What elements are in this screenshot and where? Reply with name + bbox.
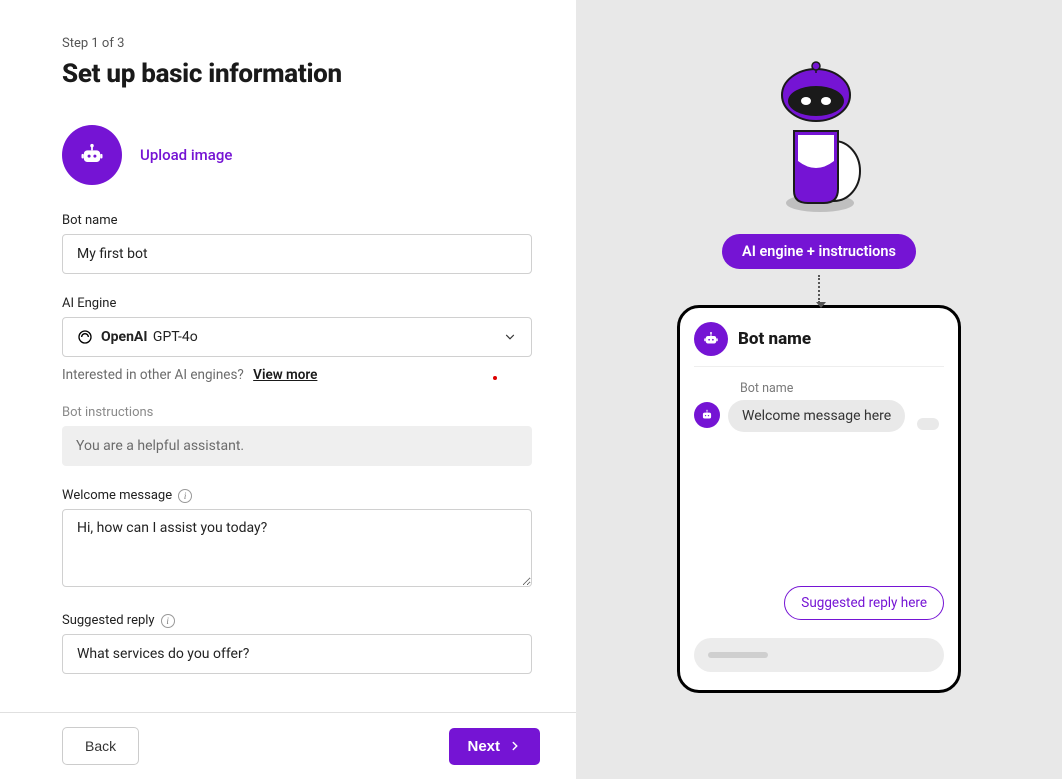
preview-input-bar <box>694 638 944 672</box>
robot-icon <box>700 408 714 422</box>
page-title: Set up basic information <box>62 59 540 89</box>
preview-msg-avatar <box>694 402 720 428</box>
preview-bot-name-title: Bot name <box>738 329 811 349</box>
chevron-down-icon <box>503 330 517 344</box>
bot-name-input[interactable] <box>62 234 532 274</box>
upload-image-link[interactable]: Upload image <box>140 146 232 164</box>
preview-header-avatar <box>694 322 728 356</box>
step-indicator: Step 1 of 3 <box>62 36 540 51</box>
preview-suggested-chip: Suggested reply here <box>784 586 944 620</box>
bot-avatar-placeholder[interactable] <box>62 125 122 185</box>
instructions-input: You are a helpful assistant. <box>62 426 532 466</box>
chevron-right-icon <box>508 739 522 753</box>
welcome-message-input[interactable] <box>62 509 532 587</box>
ai-engine-hint-text: Interested in other AI engines? <box>62 367 244 383</box>
robot-icon <box>702 330 720 348</box>
suggested-reply-input[interactable] <box>62 634 532 674</box>
robot-icon <box>78 141 106 169</box>
info-icon[interactable]: i <box>178 489 192 503</box>
suggested-label: Suggested reply i <box>62 613 540 628</box>
ai-engine-label: AI Engine <box>62 296 540 311</box>
openai-icon <box>77 329 93 345</box>
instructions-label: Bot instructions <box>62 405 540 420</box>
preview-sender-label: Bot name <box>740 381 944 396</box>
preview-typing-dots <box>917 418 939 430</box>
preview-welcome-bubble: Welcome message here <box>728 400 905 432</box>
next-button[interactable]: Next <box>449 728 540 765</box>
ai-engine-select[interactable]: OpenAI GPT-4o <box>62 317 532 357</box>
engine-instructions-pill: AI engine + instructions <box>722 234 916 269</box>
ai-engine-provider: OpenAI <box>101 329 147 345</box>
notification-dot <box>493 376 497 380</box>
back-button[interactable]: Back <box>62 727 139 765</box>
welcome-label: Welcome message i <box>62 488 540 503</box>
bot-name-label: Bot name <box>62 213 540 228</box>
connector-arrow <box>818 275 820 303</box>
info-icon[interactable]: i <box>161 614 175 628</box>
view-more-link[interactable]: View more <box>253 367 317 383</box>
chat-preview-card: Bot name Bot name Welcome message here S… <box>677 305 961 693</box>
ai-engine-model: GPT-4o <box>153 329 198 345</box>
robot-illustration <box>759 48 879 218</box>
